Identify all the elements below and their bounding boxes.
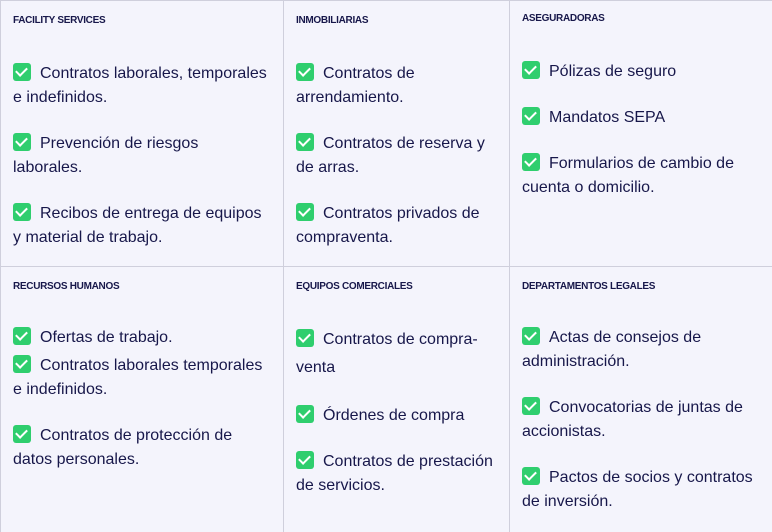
check-square-icon	[296, 329, 314, 347]
check-square-icon	[522, 107, 540, 125]
list-item: Contratos laborales temporales e indefin…	[13, 354, 271, 402]
list-item-text: Recibos de entrega de equipos y material…	[13, 205, 262, 246]
check-square-icon	[296, 451, 314, 469]
list-item: Actas de consejos de administración.	[522, 326, 760, 374]
list-item: Contratos de protección de datos persona…	[13, 424, 271, 472]
list-item: Prevención de riesgos laborales.	[13, 132, 271, 180]
item-list: Contratos de arrendamiento. Contratos de …	[296, 62, 497, 250]
cell-inmobiliarias: INMOBILIARIAS Contratos de arrendamiento.…	[284, 0, 510, 267]
list-item-text: Contratos de reserva y de arras.	[296, 135, 485, 176]
list-item-text: Contratos laborales, temporales e indefi…	[13, 65, 267, 106]
use-case-grid: FACILITY SERVICES Contratos laborales, te…	[0, 0, 772, 532]
list-item-text: Convocatorias de juntas de accionistas.	[522, 399, 743, 440]
list-item: Contratos de reserva y de arras.	[296, 132, 497, 180]
cell-recursos-humanos: RECURSOS HUMANOS Ofertas de trabajo. Contr…	[0, 267, 284, 532]
list-item-text: Ofertas de trabajo.	[40, 329, 173, 346]
list-item: Formularios de cambio de cuenta o domici…	[522, 152, 760, 200]
list-item: Contratos laborales, temporales e indefi…	[13, 62, 271, 110]
check-square-icon	[522, 397, 540, 415]
list-item: Contratos de prestación de servicios.	[296, 450, 497, 498]
list-item-text: Formularios de cambio de cuenta o domici…	[522, 155, 734, 196]
list-item-text: Prevención de riesgos laborales.	[13, 135, 199, 176]
list-item: Mandatos SEPA	[522, 106, 760, 130]
list-item-text: Contratos laborales temporales e indefin…	[13, 357, 263, 398]
cell-aseguradoras: ASEGURADORAS Pólizas de seguro Mandatos SE…	[510, 0, 772, 267]
check-square-icon	[522, 61, 540, 79]
cell-title: RECURSOS HUMANOS	[13, 281, 120, 292]
item-list: Contratos de compra-venta Órdenes de comp…	[296, 326, 497, 498]
cell-title: ASEGURADORAS	[522, 13, 605, 24]
list-item-text: Contratos de prestación de servicios.	[296, 453, 493, 494]
item-list: Ofertas de trabajo. Contratos laborales t…	[13, 326, 271, 472]
check-square-icon	[296, 203, 314, 221]
check-square-icon	[13, 133, 31, 151]
check-square-icon	[522, 327, 540, 345]
list-item-text: Órdenes de compra	[323, 407, 465, 424]
list-item: Ofertas de trabajo.	[13, 326, 271, 350]
item-list: Contratos laborales, temporales e indefi…	[13, 62, 271, 250]
list-item: Pólizas de seguro	[522, 60, 760, 84]
list-item: Contratos privados de compraventa.	[296, 202, 497, 250]
item-list: Actas de consejos de administración. Conv…	[522, 326, 760, 514]
check-square-icon	[13, 425, 31, 443]
list-item: Órdenes de compra	[296, 404, 497, 428]
check-square-icon	[296, 133, 314, 151]
list-item-text: Contratos de compra-venta	[296, 331, 478, 376]
list-item: Recibos de entrega de equipos y material…	[13, 202, 271, 250]
item-list: Pólizas de seguro Mandatos SEPA Formulario…	[522, 60, 760, 200]
check-square-icon	[296, 63, 314, 81]
cell-title: EQUIPOS COMERCIALES	[296, 281, 413, 292]
list-item-text: Pólizas de seguro	[549, 63, 677, 80]
list-item-text: Mandatos SEPA	[549, 109, 666, 126]
check-square-icon	[13, 355, 31, 373]
check-square-icon	[13, 203, 31, 221]
check-square-icon	[13, 327, 31, 345]
check-square-icon	[13, 63, 31, 81]
list-item-text: Actas de consejos de administración.	[522, 329, 702, 370]
cell-title: INMOBILIARIAS	[296, 15, 369, 26]
check-square-icon	[296, 405, 314, 423]
cell-departamentos-legales: DEPARTAMENTOS LEGALES Actas de consejos d…	[510, 267, 772, 532]
list-item: Contratos de compra-venta	[296, 326, 497, 382]
cell-title: FACILITY SERVICES	[13, 15, 106, 26]
check-square-icon	[522, 153, 540, 171]
list-item-text: Contratos de protección de datos persona…	[13, 427, 233, 468]
cell-equipos-comerciales: EQUIPOS COMERCIALES Contratos de compra-v…	[284, 267, 510, 532]
list-item-text: Contratos privados de compraventa.	[296, 205, 480, 246]
list-item: Contratos de arrendamiento.	[296, 62, 497, 110]
cell-title: DEPARTAMENTOS LEGALES	[522, 281, 656, 292]
list-item: Convocatorias de juntas de accionistas.	[522, 396, 760, 444]
list-item-text: Pactos de socios y contratos de inversió…	[522, 469, 753, 510]
list-item: Pactos de socios y contratos de inversió…	[522, 466, 760, 514]
check-square-icon	[522, 467, 540, 485]
cell-facility-services: FACILITY SERVICES Contratos laborales, te…	[0, 0, 284, 267]
